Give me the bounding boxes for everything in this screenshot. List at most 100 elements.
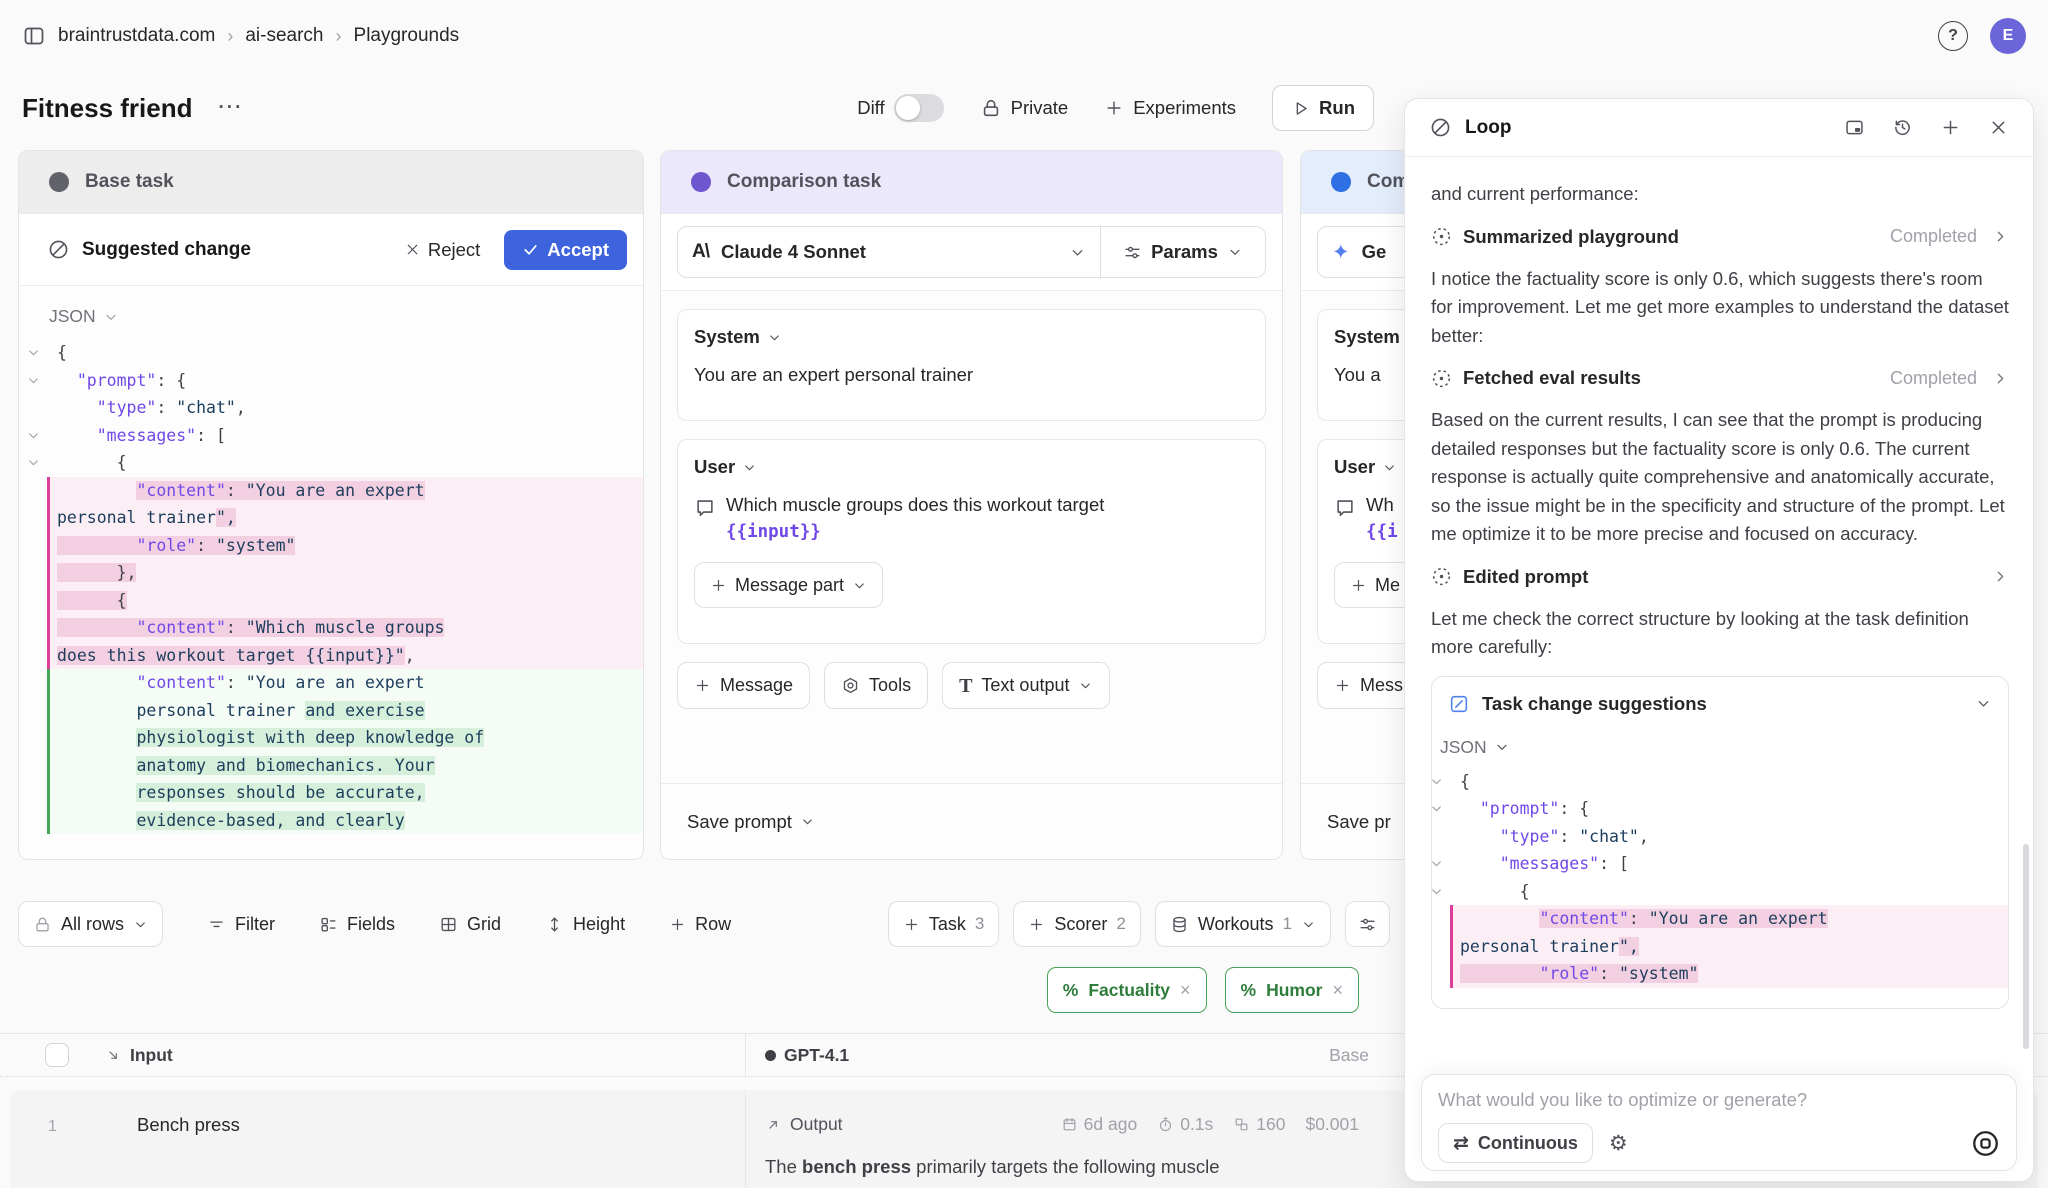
collapse-chevron-icon[interactable] bbox=[1431, 878, 1450, 906]
breadcrumb-org[interactable]: braintrustdata.com bbox=[58, 25, 215, 47]
collapse-chevron-icon[interactable] bbox=[19, 422, 47, 450]
reject-button[interactable]: Reject bbox=[404, 239, 480, 261]
age-value: 6d ago bbox=[1084, 1114, 1138, 1135]
private-button[interactable]: Private bbox=[980, 97, 1069, 119]
more-options-icon[interactable]: ··· bbox=[218, 97, 243, 119]
stop-icon[interactable] bbox=[1971, 1129, 2000, 1158]
tools-button[interactable]: Tools bbox=[824, 662, 928, 709]
help-icon[interactable]: ? bbox=[1938, 21, 1968, 51]
format-select[interactable]: JSON bbox=[1432, 719, 2008, 762]
loop-scrollbar[interactable] bbox=[2023, 844, 2029, 1049]
percent-icon: % bbox=[1063, 980, 1079, 1001]
code-line: "content": "You are an expert bbox=[1431, 905, 2008, 933]
add-scorer-button[interactable]: Scorer 2 bbox=[1013, 901, 1140, 947]
experiments-button[interactable]: Experiments bbox=[1104, 97, 1236, 119]
model-select[interactable]: A\ Claude 4 Sonnet bbox=[678, 241, 1100, 263]
collapse-chevron-icon[interactable] bbox=[1431, 795, 1450, 823]
collapse-chevron-icon[interactable] bbox=[19, 339, 47, 367]
task-change-code[interactable]: { "prompt": { "type": "chat", "messages"… bbox=[1431, 768, 2008, 988]
breadcrumb-section[interactable]: Playgrounds bbox=[354, 25, 460, 47]
tools-icon bbox=[841, 676, 860, 695]
settings-gear-icon[interactable]: ⚙ bbox=[1609, 1133, 1628, 1154]
user-message-text[interactable]: Which muscle groups does this workout ta… bbox=[726, 494, 1104, 542]
save-prompt-button[interactable]: Save prompt bbox=[661, 783, 1282, 859]
code-line: "content": "Which muscle groups bbox=[19, 614, 643, 642]
add-message-button[interactable]: Message bbox=[677, 662, 810, 709]
base-task-column: Base task Suggested change Reject Accept… bbox=[18, 150, 644, 860]
message-part-button[interactable]: Message part bbox=[694, 562, 883, 608]
plus-icon bbox=[1104, 98, 1124, 118]
user-role-select[interactable]: User bbox=[694, 456, 1249, 478]
task-change-suggestions-card: Task change suggestions JSON { "prompt":… bbox=[1431, 676, 2009, 1009]
model-column-header[interactable]: GPT-4.1 bbox=[765, 1045, 849, 1066]
output-text[interactable]: The bench press primarily targets the fo… bbox=[765, 1152, 1219, 1188]
collapse-chevron-icon[interactable] bbox=[1431, 850, 1450, 878]
collapse-chevron-icon[interactable] bbox=[19, 367, 47, 395]
new-session-icon[interactable] bbox=[1940, 117, 1961, 138]
avatar[interactable]: E bbox=[1990, 18, 2026, 54]
select-all-checkbox[interactable] bbox=[45, 1043, 69, 1067]
suggested-change-row: Suggested change Reject Accept bbox=[19, 214, 643, 286]
system-message-card[interactable]: System You are an expert personal traine… bbox=[677, 309, 1266, 421]
remove-humor-icon[interactable]: × bbox=[1332, 980, 1343, 1001]
code-gutter bbox=[19, 669, 47, 697]
remove-factuality-icon[interactable]: × bbox=[1180, 980, 1191, 1001]
history-icon[interactable] bbox=[1892, 117, 1913, 138]
row-input-value[interactable]: Bench press bbox=[137, 1114, 240, 1136]
grid-button[interactable]: Grid bbox=[439, 914, 501, 935]
x-icon bbox=[404, 241, 421, 258]
add-task-button[interactable]: Task 3 bbox=[888, 901, 999, 947]
collapse-chevron-icon[interactable] bbox=[19, 449, 47, 477]
params-button[interactable]: Params bbox=[1100, 227, 1265, 277]
loop-step-row[interactable]: Fetched eval resultsCompleted bbox=[1431, 367, 2009, 389]
system-label: System bbox=[694, 326, 760, 348]
chevron-down-icon bbox=[800, 814, 815, 829]
system-label: System bbox=[1334, 326, 1400, 348]
input-column-header[interactable]: Input bbox=[105, 1045, 173, 1066]
add-row-button[interactable]: Row bbox=[669, 914, 731, 935]
factuality-scorer-badge[interactable]: % Factuality × bbox=[1047, 967, 1207, 1013]
loop-step-row[interactable]: Edited prompt bbox=[1431, 566, 2009, 588]
continuous-mode-button[interactable]: ⇄ Continuous bbox=[1438, 1123, 1593, 1163]
popout-icon[interactable] bbox=[1844, 117, 1865, 138]
add-row-label: Row bbox=[695, 914, 731, 935]
user-message-text[interactable]: Wh {{i bbox=[1366, 494, 1398, 542]
loop-input[interactable] bbox=[1438, 1089, 2000, 1111]
chevron-down-icon bbox=[742, 460, 757, 475]
all-rows-select[interactable]: All rows bbox=[18, 901, 163, 947]
output-cell-label[interactable]: Output bbox=[765, 1114, 843, 1135]
scorer-badges: % Factuality × % Humor × bbox=[1047, 967, 1359, 1013]
accept-button[interactable]: Accept bbox=[504, 230, 627, 270]
fields-button[interactable]: Fields bbox=[319, 914, 395, 935]
input-variable: {{i bbox=[1366, 522, 1398, 542]
fields-icon bbox=[319, 915, 338, 934]
system-role-select[interactable]: System bbox=[694, 326, 1249, 348]
sidebar-toggle-icon[interactable] bbox=[22, 24, 46, 48]
height-icon bbox=[545, 915, 564, 934]
system-message-text[interactable]: You are an expert personal trainer bbox=[694, 364, 1249, 386]
run-button[interactable]: Run bbox=[1272, 85, 1374, 131]
diff-toggle[interactable]: Diff bbox=[857, 94, 943, 122]
collapse-chevron-icon[interactable] bbox=[1431, 768, 1450, 796]
code-gutter bbox=[19, 642, 47, 670]
dataset-select[interactable]: Workouts 1 bbox=[1155, 901, 1331, 947]
chevron-down-icon[interactable] bbox=[1975, 695, 1992, 712]
base-task-code-editor[interactable]: { "prompt": { "type": "chat", "messages"… bbox=[19, 339, 643, 834]
user-message-card[interactable]: User Which muscle groups does this worko… bbox=[677, 439, 1266, 644]
text-output-button[interactable]: T Text output bbox=[942, 662, 1110, 709]
format-select[interactable]: JSON bbox=[19, 286, 643, 333]
task-change-header[interactable]: Task change suggestions bbox=[1432, 677, 2008, 719]
close-icon[interactable] bbox=[1988, 117, 2009, 138]
factuality-label: Factuality bbox=[1088, 980, 1170, 1001]
breadcrumb-project[interactable]: ai-search bbox=[245, 25, 323, 47]
filter-button[interactable]: Filter bbox=[207, 914, 275, 935]
loop-message-text: I notice the factuality score is only 0.… bbox=[1431, 265, 2009, 351]
fields-label: Fields bbox=[347, 914, 395, 935]
humor-scorer-badge[interactable]: % Humor × bbox=[1225, 967, 1359, 1013]
diff-label: Diff bbox=[857, 97, 884, 119]
view-options-button[interactable] bbox=[1345, 901, 1390, 947]
chevron-down-icon bbox=[1078, 678, 1093, 693]
height-button[interactable]: Height bbox=[545, 914, 625, 935]
diff-toggle-switch[interactable] bbox=[894, 94, 944, 122]
loop-step-row[interactable]: Summarized playgroundCompleted bbox=[1431, 226, 2009, 248]
